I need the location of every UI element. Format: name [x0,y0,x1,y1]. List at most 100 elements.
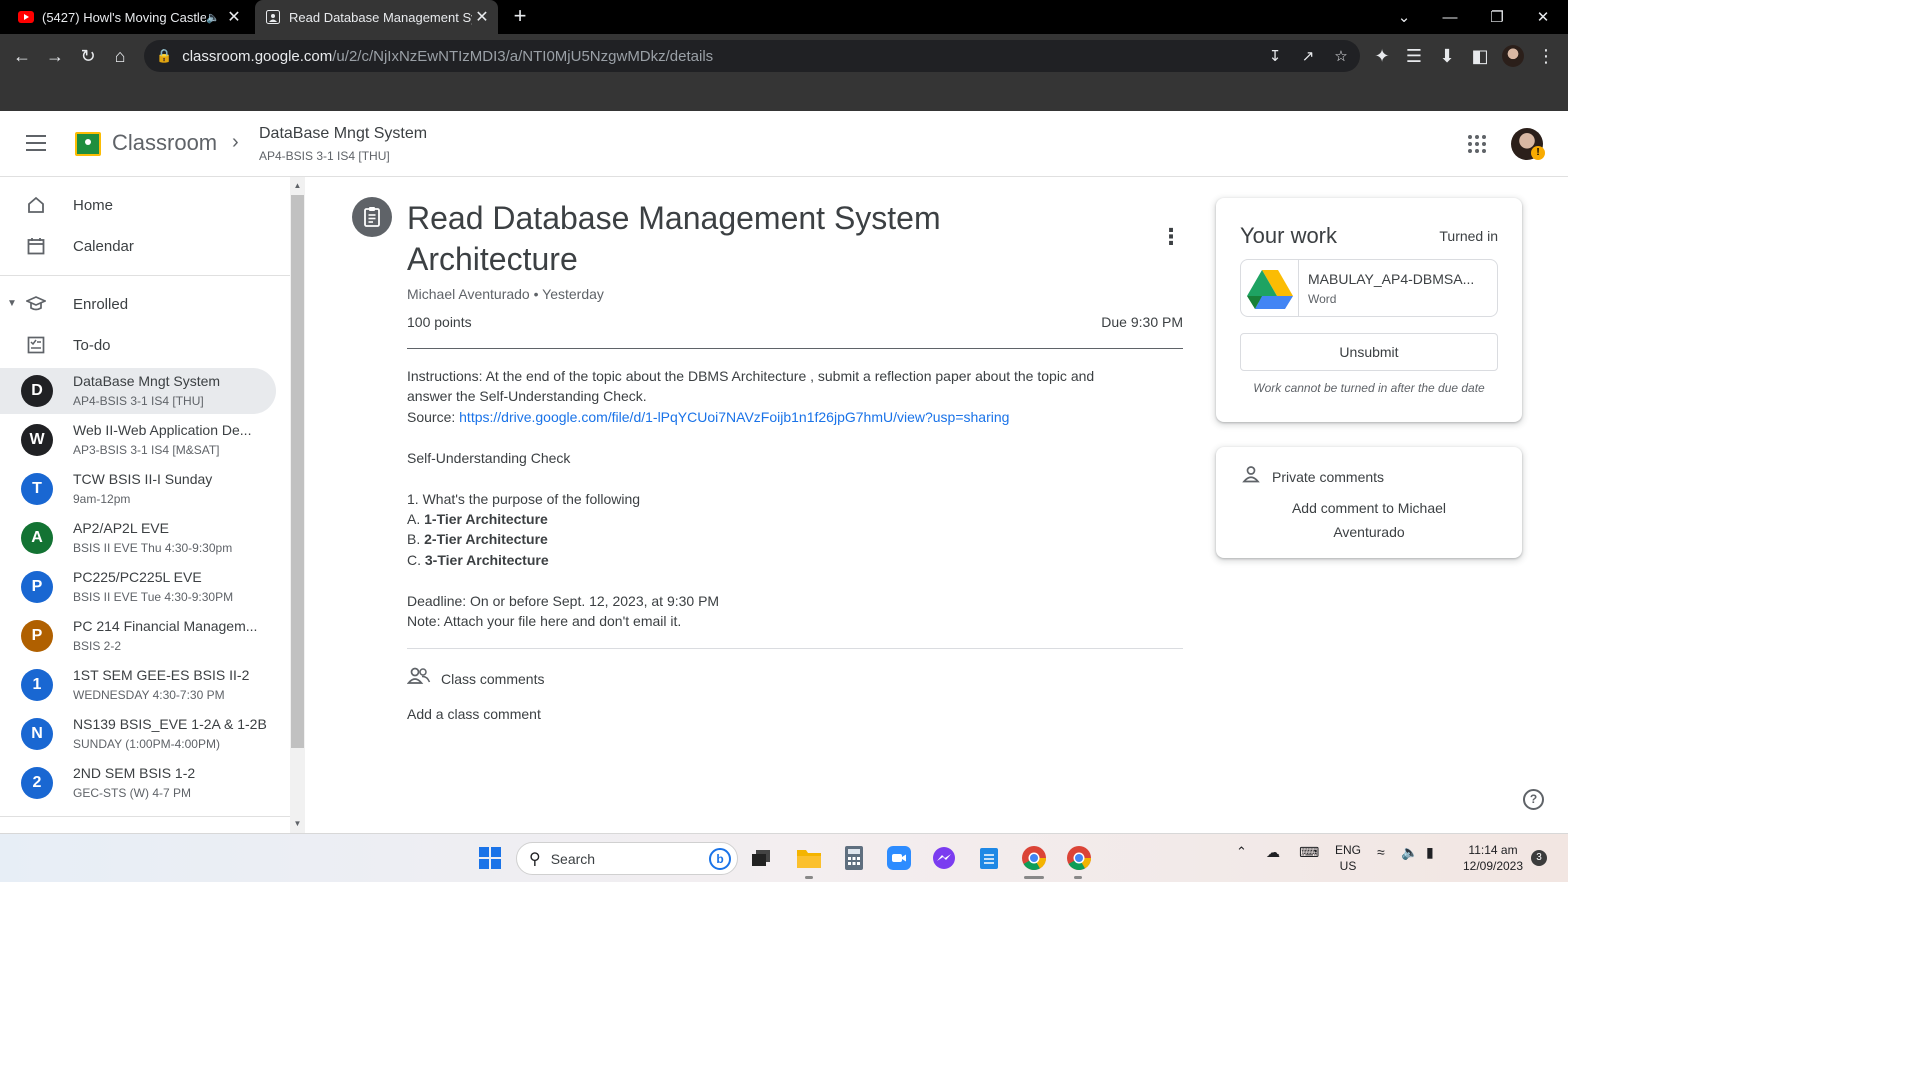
sidebar-class-item[interactable]: W Web II-Web Application De... AP3-BSIS … [0,417,276,463]
assignment-icon [352,197,392,237]
sidebar-class-item[interactable]: A AP2/AP2L EVE BSIS II EVE Thu 4:30-9:30… [0,515,276,561]
sidebar-item-calendar[interactable]: Calendar [0,226,276,266]
windows-start-icon[interactable] [474,842,506,874]
show-hidden-icons-icon[interactable]: ⌃ [1236,844,1247,860]
your-work-title: Your work [1240,223,1338,248]
chrome-menu-icon[interactable]: ⋮ [1532,42,1560,70]
file-explorer-icon[interactable] [793,842,825,874]
google-apps-icon[interactable] [1468,135,1486,153]
posted-date: Yesterday [542,286,604,302]
running-indicator [1074,876,1082,879]
browser-toolbar: ← → ↻ ⌂ 🔒 classroom.google.com/u/2/c/NjI… [0,34,1568,78]
class-section: BSIS II EVE Thu 4:30-9:30pm [73,541,233,555]
main-menu-icon[interactable] [26,135,46,151]
wifi-icon[interactable]: ≈ [1377,844,1385,860]
minimize-icon[interactable]: — [1427,0,1473,34]
class-comments-label: Class comments [441,670,545,687]
sidebar-class-item[interactable]: T TCW BSIS II-I Sunday 9am-12pm [0,466,276,512]
keyboard-icon[interactable]: ⌨ [1299,844,1319,860]
volume-icon[interactable]: 🔈 [1401,844,1418,860]
class-section: 9am-12pm [73,492,131,506]
more-options-icon[interactable]: ⋮ [1160,224,1182,252]
divider [0,275,290,276]
taskbar-search[interactable]: ⚲ Search b [516,842,738,875]
language-indicator[interactable]: ENG US [1332,842,1364,874]
media-controls-icon[interactable]: ☰ [1400,42,1428,70]
home-icon[interactable]: ⌂ [106,42,134,70]
clock[interactable]: 11:14 am 12/09/2023 [1455,842,1531,874]
add-private-comment-link[interactable]: Add comment to Michael Aventurado [1256,496,1482,544]
sidebar-item-home[interactable]: Home [0,185,276,225]
close-window-icon[interactable]: ✕ [1520,0,1566,34]
todo-checklist-icon [25,334,47,356]
warning-badge-icon: ! [1531,146,1545,160]
sidebar-class-item[interactable]: N NS139 BSIS_EVE 1-2A & 1-2B SUNDAY (1:0… [0,711,276,757]
class-name: TCW BSIS II-I Sunday [73,471,213,487]
battery-icon[interactable]: ▮ [1426,844,1434,860]
person-icon [1242,465,1260,488]
clock-date: 12/09/2023 [1462,859,1524,873]
tab-classroom[interactable]: Read Database Management Sys ✕ [255,0,498,34]
tab-search-chevron-icon[interactable]: ⌄ [1381,0,1427,34]
task-view-icon[interactable] [745,842,777,874]
onedrive-icon[interactable]: ☁ [1266,844,1280,860]
lock-icon[interactable]: 🔒 [156,48,172,64]
address-bar[interactable]: 🔒 classroom.google.com/u/2/c/NjIxNzEwNTI… [144,40,1360,72]
option-b: B. 2-Tier Architecture [407,531,548,547]
new-tab-icon[interactable]: + [508,5,532,29]
share-icon[interactable]: ↗ [1297,46,1319,66]
sidebar-class-item[interactable]: 1 1ST SEM GEE-ES BSIS II-2 WEDNESDAY 4:3… [0,662,276,708]
sidebar-class-item[interactable]: P PC225/PC225L EVE BSIS II EVE Tue 4:30-… [0,564,276,610]
source-link[interactable]: https://drive.google.com/file/d/1-lPqYCU… [459,409,1009,425]
tab-title: (5427) Howl's Moving Castle [42,9,207,25]
extensions-icon[interactable]: ✦ [1368,42,1396,70]
unsubmit-button[interactable]: Unsubmit [1240,333,1498,371]
close-tab-icon[interactable]: ✕ [224,7,244,27]
bing-icon[interactable]: b [709,847,731,870]
chrome-icon[interactable] [1018,842,1050,874]
zoom-icon[interactable] [883,842,915,874]
app-title[interactable]: Classroom [112,130,217,156]
caret-down-icon[interactable]: ▼ [7,298,17,309]
profile-avatar[interactable] [1499,42,1527,70]
chrome-profile-icon[interactable] [1063,842,1095,874]
sidebar-class-item[interactable]: 2 2ND SEM BSIS 1-2 GEC-STS (W) 4-7 PM [0,760,276,806]
calculator-icon[interactable] [838,842,870,874]
private-comments-card: Private comments Add comment to Michael … [1216,447,1522,558]
attachment-chip[interactable]: MABULAY_AP4-DBMSA... Word [1240,259,1498,317]
breadcrumb-course-name[interactable]: DataBase Mngt System [259,125,427,143]
sidebar-class-item[interactable]: P PC 214 Financial Managem... BSIS 2-2 [0,613,276,659]
scroll-down-icon[interactable]: ▼ [290,817,305,831]
sidebar-scrollbar-thumb[interactable] [291,195,304,748]
class-section: AP3-BSIS 3-1 IS4 [M&SAT] [73,443,220,457]
help-icon[interactable]: ? [1523,789,1544,810]
messenger-icon[interactable] [928,842,960,874]
scroll-up-icon[interactable]: ▲ [290,179,305,193]
breadcrumb-course-section: AP4-BSIS 3-1 IS4 [THU] [259,149,390,163]
bookmarks-bar [0,78,1568,111]
class-avatar: T [21,473,53,505]
option-c: C. 3-Tier Architecture [407,552,549,568]
running-indicator [805,876,813,879]
tab-youtube[interactable]: (5427) Howl's Moving Castle 🔈 ✕ [8,0,250,34]
downloads-icon[interactable]: ⬇ [1433,42,1461,70]
forward-icon[interactable]: → [41,42,69,70]
bookmark-star-icon[interactable]: ☆ [1330,46,1352,66]
speaker-icon[interactable]: 🔈 [206,11,220,24]
install-app-icon[interactable]: ↧ [1264,46,1286,66]
classroom-logo[interactable] [75,132,101,156]
reload-icon[interactable]: ↻ [74,42,102,70]
youtube-icon [18,9,34,25]
sidebar-item-enrolled[interactable]: ▼ Enrolled [0,284,276,324]
instructions-line: Instructions: At the end of the topic ab… [407,368,1095,384]
notification-badge[interactable]: 3 [1531,850,1547,866]
restore-icon[interactable]: ❐ [1474,0,1520,34]
close-tab-icon[interactable]: ✕ [472,7,492,27]
add-class-comment-link[interactable]: Add a class comment [407,706,541,722]
back-icon[interactable]: ← [8,42,36,70]
class-name: PC 214 Financial Managem... [73,618,258,634]
sidebar-class-item[interactable]: D DataBase Mngt System AP4-BSIS 3-1 IS4 … [0,368,276,414]
side-panel-icon[interactable]: ◧ [1466,42,1494,70]
sidebar-item-todo[interactable]: To-do [0,325,276,365]
notepad-icon[interactable] [973,842,1005,874]
